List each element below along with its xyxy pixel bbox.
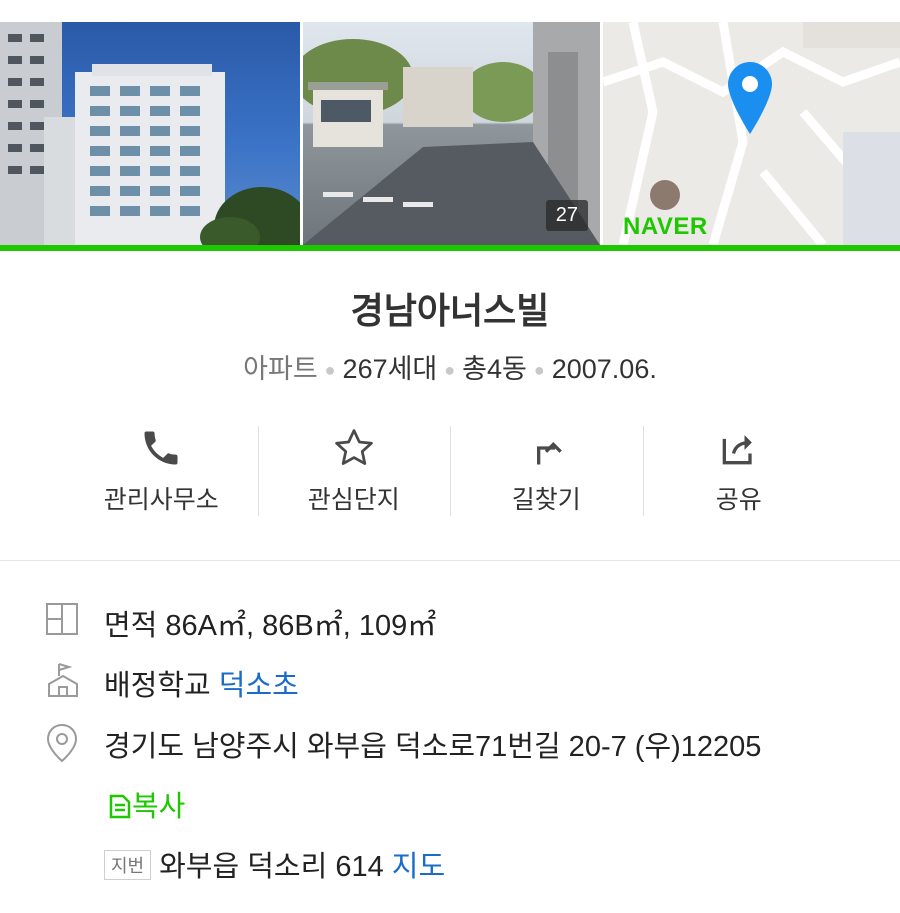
naver-map-logo: NAVER [623,213,708,240]
jibun-text: 지번 와부읍 덕소리 614 지도 [104,843,445,885]
management-office-button[interactable]: 관리사무소 [65,420,258,520]
separator-dot: ● [444,360,456,381]
separator-dot: ● [533,360,545,381]
location-pin-icon [46,723,78,763]
map-pin-icon [728,62,772,134]
phone-icon [144,431,178,465]
school-link[interactable]: 덕소초 [219,670,299,702]
completion-date: 2007.06. [551,354,657,384]
section-divider [0,560,900,561]
building-illustration [0,22,300,245]
school-icon [48,663,78,697]
complex-type: 아파트 [243,354,318,384]
jibun-badge: 지번 [104,850,152,881]
action-label: 공유 [715,486,762,514]
floorplan-icon [46,603,78,635]
jibun-address: 와부읍 덕소리 614 [159,851,384,883]
star-icon [334,429,373,465]
complex-title: 경남아너스빌 [350,290,550,331]
household-count: 267세대 [342,354,438,384]
directions-icon [537,441,563,465]
building-photo[interactable] [0,22,300,245]
action-label: 관심단지 [307,486,400,514]
map-thumbnail[interactable]: NAVER [603,22,900,245]
entrance-photo[interactable]: 27 [303,22,600,245]
copy-label: 복사 [132,791,186,823]
share-button[interactable]: 공유 [642,420,836,520]
school-text: 배정학교 덕소초 [104,662,299,704]
complex-summary: 아파트 ● 267세대 ● 총4동 ● 2007.06. [0,347,900,386]
directions-button[interactable]: 길찾기 [450,420,643,520]
favorite-complex-button[interactable]: 관심단지 [257,420,451,520]
map-link[interactable]: 지도 [392,851,445,883]
action-label: 길찾기 [511,486,581,514]
photo-count-badge: 27 [545,200,588,231]
area-text: 면적 86A㎡, 86B㎡, 109㎡ [104,610,437,642]
share-icon [722,435,752,465]
building-count: 총4동 [462,354,527,384]
accent-divider [0,245,900,251]
copy-address-button[interactable]: 복사 [108,783,185,825]
road-address: 경기도 남양주시 와부읍 덕소로71번길 20-7 (우)12205 [104,731,762,763]
copy-icon [109,794,131,819]
action-bar: 관리사무소 관심단지 길찾기 공유 [65,420,835,520]
building-marker-icon [650,180,680,210]
action-label: 관리사무소 [103,486,219,514]
separator-dot: ● [324,360,336,381]
school-label: 배정학교 [104,670,211,702]
photo-gallery[interactable]: 27 NAVER [0,0,900,252]
